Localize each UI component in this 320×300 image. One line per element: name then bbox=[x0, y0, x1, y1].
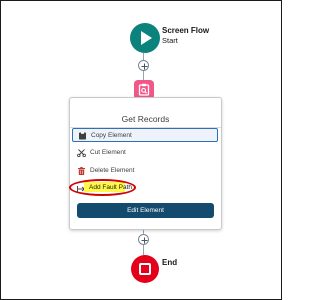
plus-icon bbox=[141, 237, 148, 244]
flow-canvas: Screen Flow Start Get Records Copy Eleme… bbox=[0, 0, 282, 300]
play-icon bbox=[141, 31, 152, 45]
add-element-button[interactable] bbox=[138, 234, 149, 245]
end-node[interactable] bbox=[131, 255, 159, 283]
start-node-title: Screen Flow bbox=[162, 26, 210, 35]
menu-item-label: Delete Element bbox=[90, 167, 135, 174]
add-element-button[interactable] bbox=[138, 60, 149, 71]
plus-icon bbox=[141, 63, 148, 70]
edit-element-button[interactable]: Edit Element bbox=[77, 203, 214, 218]
menu-item-delete-element[interactable]: Delete Element bbox=[72, 164, 218, 178]
end-node-title: End bbox=[162, 258, 178, 267]
scissors-icon bbox=[77, 149, 86, 157]
popover-title: Get Records bbox=[121, 114, 170, 124]
start-node-subtitle: Start bbox=[162, 36, 178, 45]
menu-item-copy-element[interactable]: Copy Element bbox=[72, 128, 218, 142]
menu-item-cut-element[interactable]: Cut Element bbox=[72, 146, 218, 160]
copy-icon bbox=[79, 132, 86, 140]
stop-icon bbox=[139, 263, 151, 275]
menu-item-label: Copy Element bbox=[91, 132, 132, 139]
start-node[interactable] bbox=[130, 23, 160, 53]
menu-item-label: Cut Element bbox=[90, 149, 126, 156]
element-popover: Get Records Copy Element Cut Element Del… bbox=[69, 97, 222, 230]
trash-icon bbox=[78, 167, 85, 175]
annotation-circle bbox=[69, 179, 136, 196]
